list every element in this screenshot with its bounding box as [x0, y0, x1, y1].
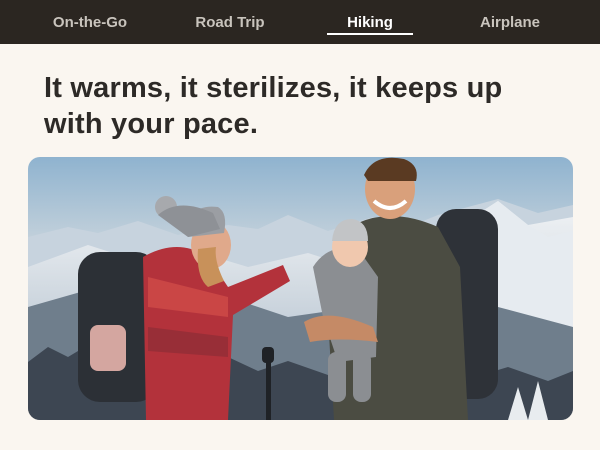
family-hiking-illustration — [28, 157, 573, 420]
tab-on-the-go[interactable]: On-the-Go — [47, 0, 133, 44]
page-headline: It warms, it sterilizes, it keeps up wit… — [44, 72, 503, 140]
tab-airplane[interactable]: Airplane — [467, 0, 553, 44]
family-hiking-photo — [28, 157, 573, 420]
tab-road-trip[interactable]: Road Trip — [187, 0, 273, 44]
category-tabs: On-the-Go Road Trip Hiking Airplane — [0, 0, 600, 44]
tab-hiking[interactable]: Hiking — [327, 0, 413, 44]
